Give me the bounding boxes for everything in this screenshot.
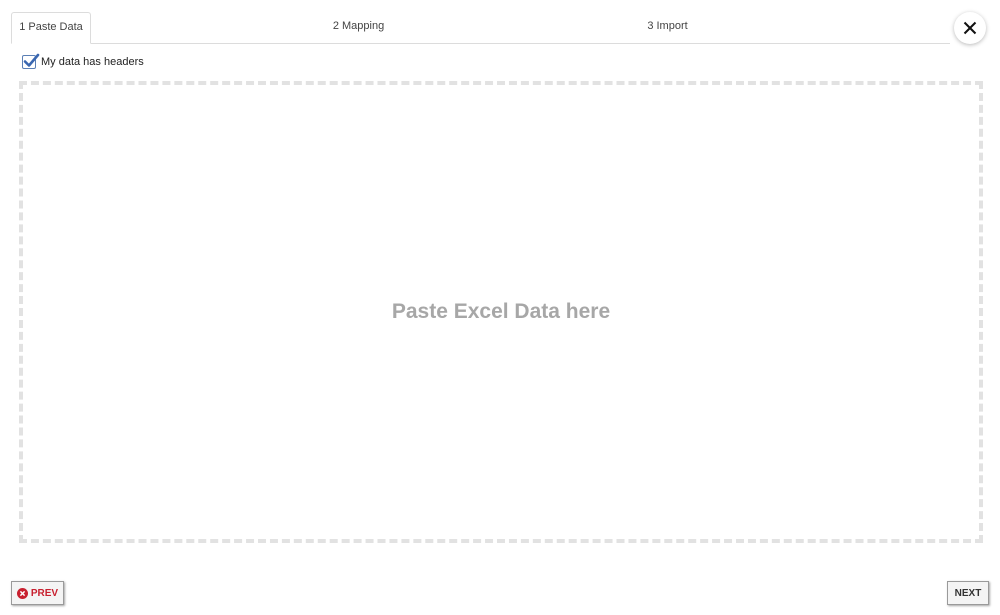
wizard-tabs: 1 Paste Data 2 Mapping 3 Import	[11, 12, 950, 44]
next-button-label: NEXT	[954, 587, 982, 599]
next-button[interactable]: NEXT	[947, 581, 989, 605]
drop-zone-prompt: Paste Excel Data here	[391, 300, 611, 323]
cancel-circle-icon	[16, 587, 28, 599]
headers-checkbox-row[interactable]: My data has headers	[22, 53, 144, 70]
prev-button[interactable]: PREV	[11, 581, 64, 605]
headers-checkbox[interactable]	[22, 53, 40, 69]
checkmark-icon	[23, 53, 40, 67]
close-icon	[963, 21, 977, 35]
import-wizard: 1 Paste Data 2 Mapping 3 Import My data …	[0, 0, 1000, 615]
paste-drop-zone[interactable]: Paste Excel Data here	[19, 81, 983, 543]
prev-button-label: PREV	[30, 587, 59, 599]
headers-checkbox-label: My data has headers	[41, 56, 144, 68]
close-button[interactable]	[954, 12, 986, 44]
tab-import[interactable]: 3 Import	[635, 12, 700, 44]
tab-mapping[interactable]: 2 Mapping	[321, 12, 396, 44]
tab-paste-data[interactable]: 1 Paste Data	[11, 12, 91, 44]
